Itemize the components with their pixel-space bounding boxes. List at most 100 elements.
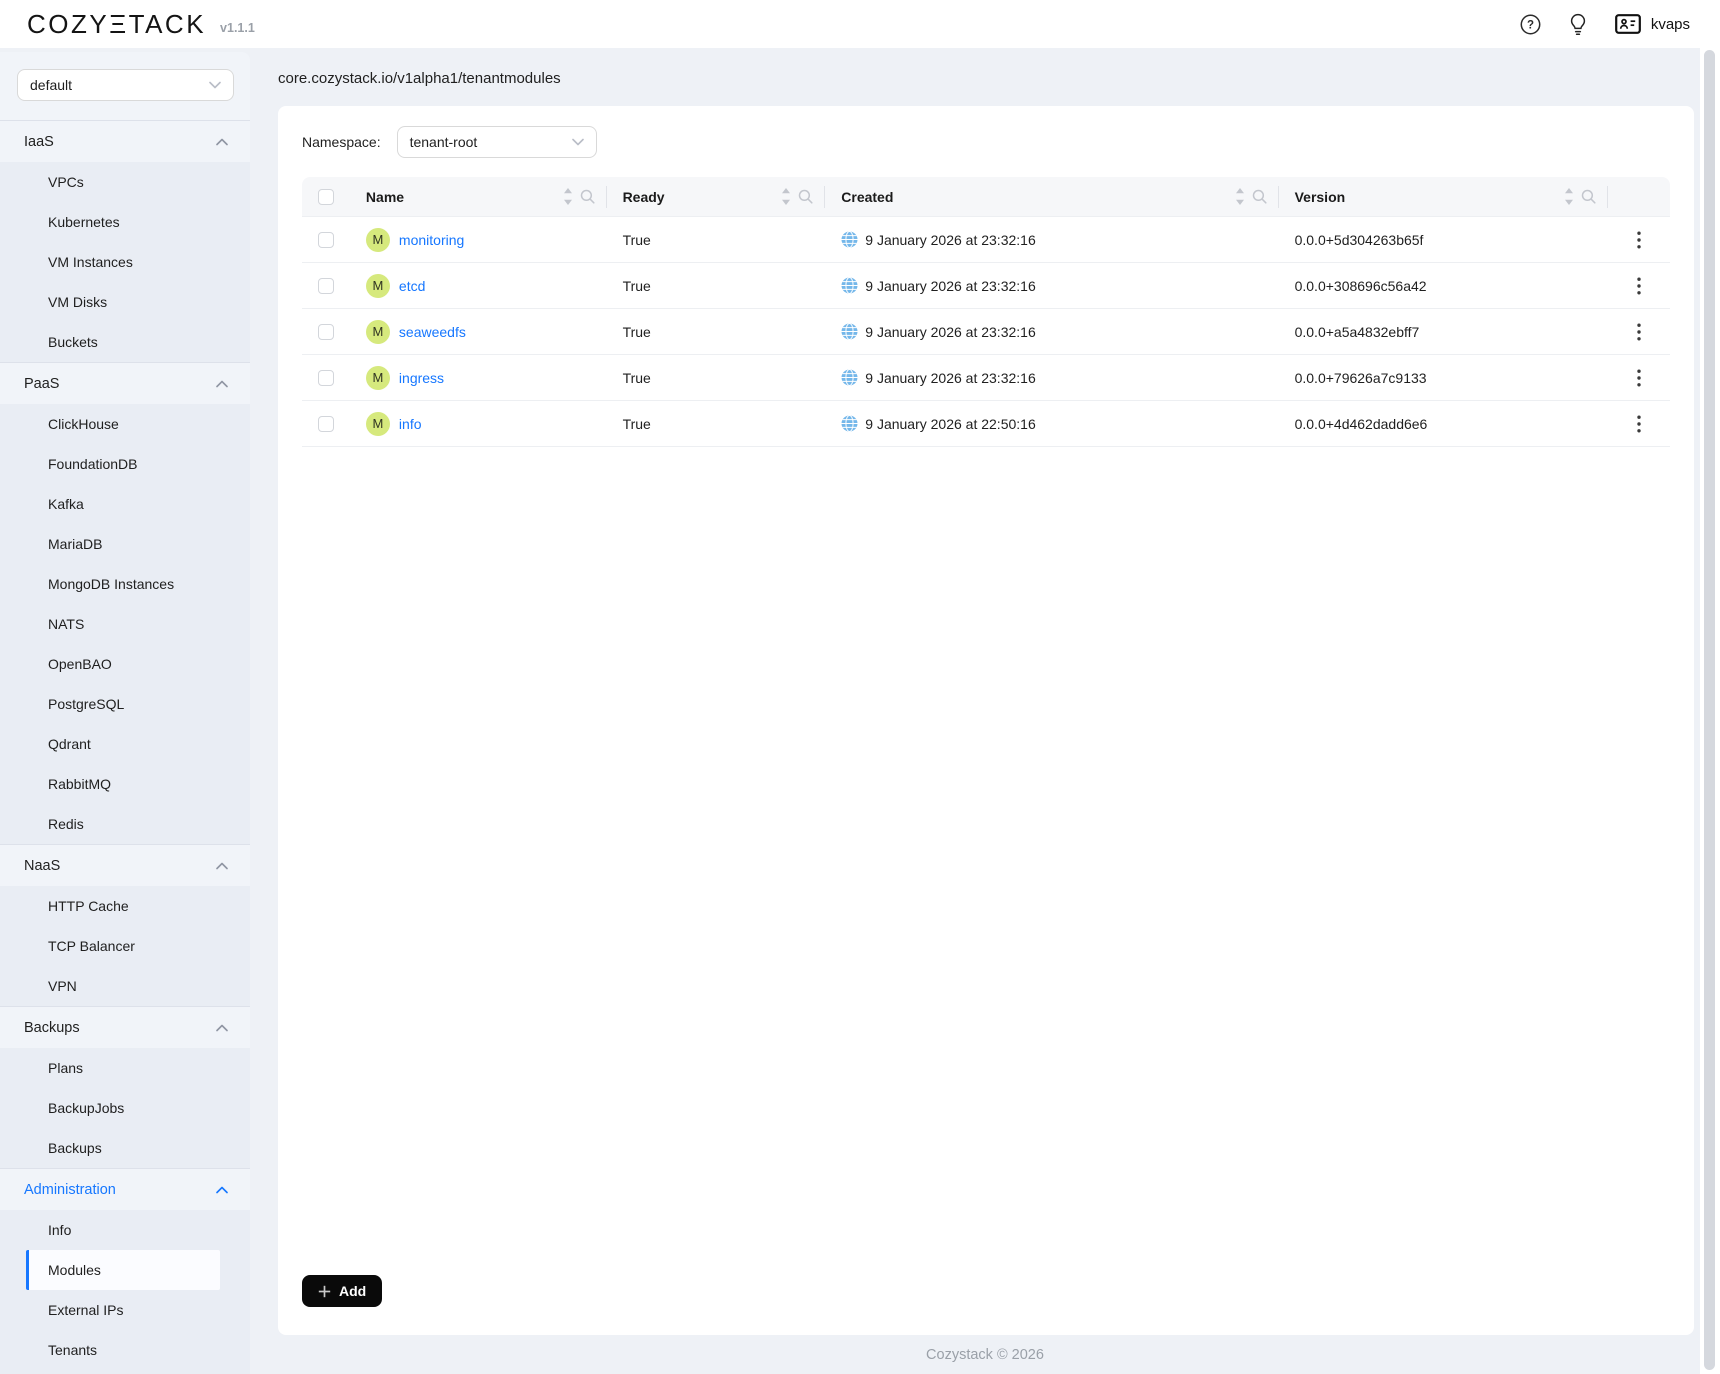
sidebar-item-info[interactable]: Info	[0, 1210, 250, 1250]
kebab-menu-icon	[1637, 369, 1641, 387]
main-content: core.cozystack.io/v1alpha1/tenantmodules…	[250, 48, 1720, 1374]
sidebar-item-label: FoundationDB	[48, 456, 138, 472]
add-button[interactable]: Add	[302, 1275, 382, 1307]
sidebar-item-foundationdb[interactable]: FoundationDB	[0, 444, 250, 484]
sidebar-item-tenants[interactable]: Tenants	[0, 1330, 250, 1370]
sidebar-item-http-cache[interactable]: HTTP Cache	[0, 886, 250, 926]
sidebar-item-label: VM Disks	[48, 294, 107, 310]
sidebar-item-modules[interactable]: Modules	[26, 1250, 220, 1290]
sidebar-section-label: Administration	[24, 1182, 216, 1198]
sidebar-item-rabbitmq[interactable]: RabbitMQ	[0, 764, 250, 804]
theme-toggle-button[interactable]	[1569, 13, 1587, 36]
column-header-actions	[1608, 177, 1670, 216]
column-header-name: Name	[350, 177, 607, 216]
column-header-select-all	[302, 177, 350, 216]
sidebar-item-plans[interactable]: Plans	[0, 1048, 250, 1088]
row-checkbox[interactable]	[318, 370, 334, 386]
sort-icon[interactable]	[1564, 187, 1574, 206]
project-select[interactable]: default	[17, 69, 234, 101]
module-avatar: M	[366, 320, 390, 344]
app-version: v1.1.1	[220, 21, 255, 35]
sidebar-item-backups[interactable]: Backups	[0, 1128, 250, 1168]
table-body: Mmonitoring True 9 January 2026 at 23:32:1…	[302, 217, 1670, 447]
sidebar-item-mongodb-instances[interactable]: MongoDB Instances	[0, 564, 250, 604]
sidebar-item-postgresql[interactable]: PostgreSQL	[0, 684, 250, 724]
sidebar-item-kubernetes[interactable]: Kubernetes	[0, 202, 250, 242]
add-button-label: Add	[339, 1283, 366, 1299]
sidebar-item-label: VM Instances	[48, 254, 133, 270]
sidebar-item-backupjobs[interactable]: BackupJobs	[0, 1088, 250, 1128]
sidebar-item-redis[interactable]: Redis	[0, 804, 250, 844]
name-cell: Mseaweedfs	[350, 320, 607, 344]
help-button[interactable]: ?	[1520, 14, 1541, 35]
module-name-link[interactable]: seaweedfs	[399, 324, 466, 340]
sidebar-section-backups[interactable]: Backups	[0, 1006, 250, 1048]
scrollbar-thumb[interactable]	[1704, 50, 1715, 1370]
name-cell: Mingress	[350, 366, 607, 390]
sidebar-item-qdrant[interactable]: Qdrant	[0, 724, 250, 764]
sidebar-item-buckets[interactable]: Buckets	[0, 322, 250, 362]
row-checkbox[interactable]	[318, 416, 334, 432]
sidebar-item-label: Kubernetes	[48, 214, 120, 230]
chevron-down-icon	[209, 81, 221, 89]
row-checkbox[interactable]	[318, 324, 334, 340]
ready-cell: True	[607, 370, 826, 386]
sidebar-section-paas[interactable]: PaaS	[0, 362, 250, 404]
search-icon[interactable]	[1252, 189, 1267, 204]
sidebar-item-vm-instances[interactable]: VM Instances	[0, 242, 250, 282]
sidebar-item-vpcs[interactable]: VPCs	[0, 162, 250, 202]
scrollbar[interactable]	[1700, 48, 1720, 1374]
actions-cell	[1608, 228, 1670, 252]
row-actions-button[interactable]	[1627, 228, 1651, 252]
version-cell: 0.0.0+308696c56a42	[1279, 278, 1609, 294]
lightbulb-icon	[1569, 13, 1587, 36]
sidebar-item-openbao[interactable]: OpenBAO	[0, 644, 250, 684]
sidebar-item-label: External IPs	[48, 1302, 123, 1318]
created-cell: 9 January 2026 at 23:32:16	[825, 231, 1278, 248]
globe-icon	[841, 323, 858, 340]
row-checkbox[interactable]	[318, 232, 334, 248]
search-icon[interactable]	[1581, 189, 1596, 204]
sort-icon[interactable]	[1235, 187, 1245, 206]
module-name-link[interactable]: ingress	[399, 370, 444, 386]
actions-cell	[1608, 274, 1670, 298]
column-header-created: Created	[825, 177, 1278, 216]
search-icon[interactable]	[798, 189, 813, 204]
sidebar-item-label: Buckets	[48, 334, 98, 350]
sidebar-section-label: Backups	[24, 1020, 216, 1036]
module-name-link[interactable]: monitoring	[399, 232, 464, 248]
kebab-menu-icon	[1637, 277, 1641, 295]
sidebar-item-vpn[interactable]: VPN	[0, 966, 250, 1006]
select-all-checkbox[interactable]	[318, 189, 334, 205]
row-actions-button[interactable]	[1627, 366, 1651, 390]
namespace-select[interactable]: tenant-root	[397, 126, 597, 158]
globe-icon	[841, 231, 858, 248]
sidebar-section-naas[interactable]: NaaS	[0, 844, 250, 886]
top-bar: COZYΞTACK v1.1.1 ?	[0, 0, 1720, 48]
row-checkbox[interactable]	[318, 278, 334, 294]
row-actions-button[interactable]	[1627, 412, 1651, 436]
ready-cell: True	[607, 416, 826, 432]
sort-icon[interactable]	[781, 187, 791, 206]
row-actions-button[interactable]	[1627, 320, 1651, 344]
sidebar-item-label: Plans	[48, 1060, 83, 1076]
sidebar-item-mariadb[interactable]: MariaDB	[0, 524, 250, 564]
search-icon[interactable]	[580, 189, 595, 204]
sidebar-item-tcp-balancer[interactable]: TCP Balancer	[0, 926, 250, 966]
sidebar-item-external-ips[interactable]: External IPs	[0, 1290, 250, 1330]
module-name-link[interactable]: etcd	[399, 278, 425, 294]
user-menu[interactable]: kvaps	[1615, 14, 1690, 34]
sort-icon[interactable]	[563, 187, 573, 206]
sidebar-item-label: Kafka	[48, 496, 84, 512]
sidebar: default IaaSVPCs Kubernetes VM Instances VM…	[0, 52, 250, 1374]
sidebar-item-nats[interactable]: NATS	[0, 604, 250, 644]
sidebar-item-kafka[interactable]: Kafka	[0, 484, 250, 524]
username: kvaps	[1651, 16, 1690, 33]
row-select-cell	[302, 416, 350, 432]
sidebar-section-iaas[interactable]: IaaS	[0, 120, 250, 162]
sidebar-item-vm-disks[interactable]: VM Disks	[0, 282, 250, 322]
module-name-link[interactable]: info	[399, 416, 422, 432]
row-actions-button[interactable]	[1627, 274, 1651, 298]
sidebar-section-administration[interactable]: Administration	[0, 1168, 250, 1210]
sidebar-item-clickhouse[interactable]: ClickHouse	[0, 404, 250, 444]
